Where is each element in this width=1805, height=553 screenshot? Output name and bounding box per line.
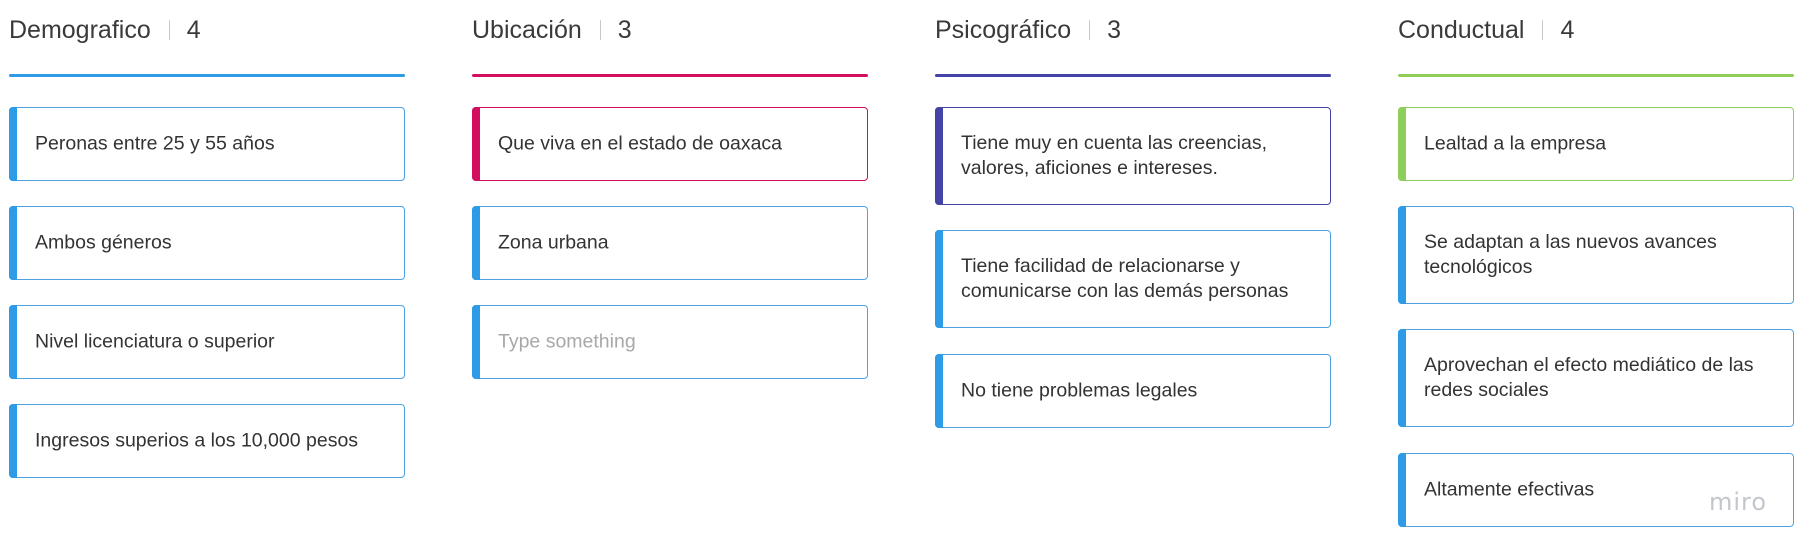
card-color-bar [935,107,943,205]
column-underline [1398,74,1794,77]
column-header[interactable]: Conductual 4 [1398,12,1794,48]
card-text: Ambos géneros [35,231,172,254]
card-text: Zona urbana [498,231,609,254]
card[interactable]: Lealtad a la empresa [1398,107,1794,181]
column-header[interactable]: Demografico 4 [9,12,405,48]
column-underline [9,74,405,77]
card-color-bar [472,206,480,280]
card-color-bar [9,206,17,280]
card-color-bar [1398,206,1406,304]
card[interactable]: Tiene muy en cuenta las creencias, valor… [935,107,1331,205]
column-header[interactable]: Ubicación 3 [472,12,868,48]
column-title: Conductual [1398,15,1525,44]
card-text: Peronas entre 25 y 55 años [35,132,275,155]
card-color-bar [935,230,943,328]
card-color-bar [9,107,17,181]
card-color-bar [1398,107,1406,181]
card[interactable]: Nivel licenciatura o superior [9,305,405,379]
column-header[interactable]: Psicográfico 3 [935,12,1331,48]
card[interactable]: Peronas entre 25 y 55 años [9,107,405,181]
header-divider [168,20,170,40]
column-underline [472,74,868,77]
card-color-bar [1398,329,1406,427]
card-color-bar [9,404,17,478]
card[interactable]: Ambos géneros [9,206,405,280]
column-title: Psicográfico [935,15,1072,44]
column-underline [935,74,1331,77]
card-placeholder-text[interactable]: Type something [498,330,847,355]
header-divider [599,20,601,40]
kanban-board: Demografico 4 Peronas entre 25 y 55 años… [0,0,1805,553]
card[interactable]: Ingresos superios a los 10,000 pesos [9,404,405,478]
card-text: Tiene facilidad de relacionarse y comuni… [961,255,1289,302]
column-title: Ubicación [472,15,582,44]
card-color-bar [9,305,17,379]
card-count: 3 [1107,15,1122,44]
card-placeholder[interactable]: Type something [472,305,868,379]
card[interactable]: Aprovechan el efecto mediático de las re… [1398,329,1794,427]
card[interactable]: No tiene problemas legales [935,354,1331,428]
card-text: Lealtad a la empresa [1424,132,1607,155]
card-text: No tiene problemas legales [961,379,1198,402]
card-text: Aprovechan el efecto mediático de las re… [1424,354,1754,401]
card-count: 4 [1560,15,1575,44]
header-divider [1089,20,1091,40]
card-text: Ingresos superios a los 10,000 pesos [35,429,359,452]
card[interactable]: Que viva en el estado de oaxaca [472,107,868,181]
card[interactable]: Se adaptan a las nuevos avances tecnológ… [1398,206,1794,304]
card-count: 4 [186,15,201,44]
card-count: 3 [617,15,632,44]
card[interactable]: Zona urbana [472,206,868,280]
card-text: Nivel licenciatura o superior [35,330,275,353]
miro-watermark: miro [1709,488,1768,516]
card[interactable]: Tiene facilidad de relacionarse y comuni… [935,230,1331,328]
card-color-bar [1398,453,1406,527]
column-title: Demografico [9,15,151,44]
header-divider [1542,20,1544,40]
card-text: Se adaptan a las nuevos avances tecnológ… [1424,231,1717,278]
card-color-bar [472,107,480,181]
card-color-bar [935,354,943,428]
card-text: Tiene muy en cuenta las creencias, valor… [961,132,1268,179]
card-text: Que viva en el estado de oaxaca [498,132,783,155]
card-color-bar [472,305,480,379]
